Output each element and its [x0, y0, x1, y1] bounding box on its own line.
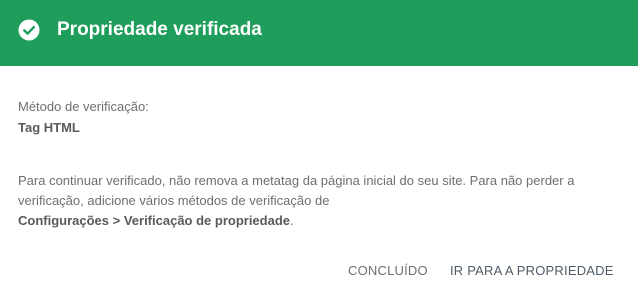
verification-description: Para continuar verificado, não remova a … — [18, 171, 623, 231]
description-line-2: verificação, adicione vários métodos de … — [18, 193, 330, 208]
description-trailing: . — [290, 213, 294, 228]
dialog-title: Propriedade verificada — [57, 19, 262, 40]
verification-method-label: Método de verificação: — [18, 99, 149, 114]
description-line-3: Configurações > Verificação de proprieda… — [18, 211, 623, 231]
done-button[interactable]: CONCLUÍDO — [348, 263, 428, 279]
verification-method-value: Tag HTML — [18, 120, 80, 135]
dialog-header: Propriedade verificada — [0, 0, 638, 66]
check-circle-icon — [18, 19, 40, 41]
settings-path: Configurações > Verificação de proprieda… — [18, 213, 291, 228]
description-line-1: Para continuar verificado, não remova a … — [18, 173, 575, 188]
property-verified-dialog: Propriedade verificada Método de verific… — [0, 0, 638, 298]
go-to-property-button[interactable]: IR PARA A PROPRIEDADE — [450, 263, 614, 279]
